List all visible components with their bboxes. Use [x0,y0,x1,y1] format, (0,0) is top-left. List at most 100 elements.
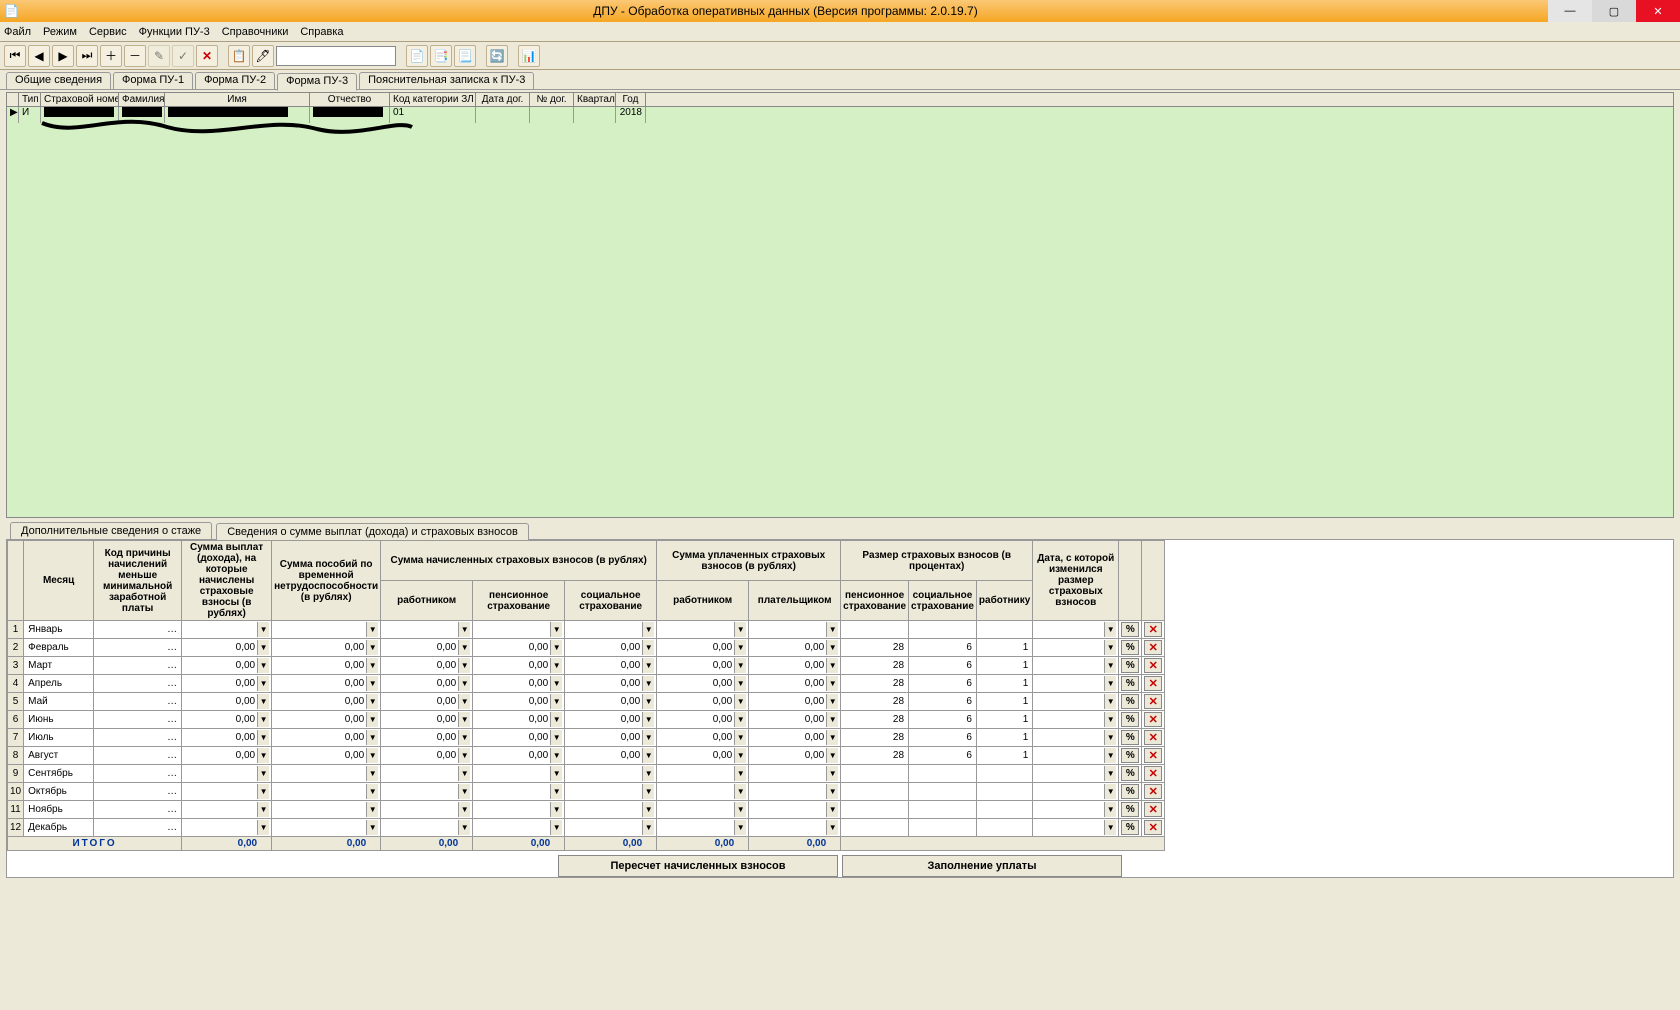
cell-input[interactable]: ▼ [659,784,746,799]
chevron-down-icon[interactable]: ▼ [734,622,746,637]
table-row[interactable]: 2Февраль…0,00▼0,00▼0,00▼0,00▼0,00▼0,00▼0… [8,639,1165,657]
percent-button[interactable]: % [1121,712,1139,727]
search-input[interactable] [276,46,396,66]
chevron-down-icon[interactable]: ▼ [1104,820,1116,835]
cell-input[interactable]: ▼ [274,802,378,817]
cell-input[interactable]: ▼ [383,820,470,835]
chevron-down-icon[interactable]: ▼ [734,748,746,763]
chevron-down-icon[interactable]: ▼ [734,730,746,745]
chevron-down-icon[interactable]: ▼ [458,658,470,673]
cell-input[interactable]: 0,00▼ [475,730,562,745]
refresh-button[interactable]: 🔄 [486,45,508,67]
cell-input[interactable]: … [96,802,179,817]
cell-input[interactable]: ▼ [274,784,378,799]
nav-first-button[interactable]: ⏮ [4,45,26,67]
chevron-down-icon[interactable]: ▼ [550,820,562,835]
close-button[interactable]: ✕ [1636,0,1680,22]
cell-input[interactable]: 0,00▼ [383,730,470,745]
cell-input[interactable]: 0,00▼ [659,640,746,655]
chevron-down-icon[interactable]: ▼ [458,748,470,763]
chevron-down-icon[interactable]: ▼ [366,748,378,763]
chevron-down-icon[interactable]: ▼ [257,676,269,691]
chevron-down-icon[interactable]: ▼ [366,640,378,655]
check-button[interactable]: ✓ [172,45,194,67]
cell-input[interactable]: 0,00▼ [567,658,654,673]
chevron-down-icon[interactable]: ▼ [257,622,269,637]
cell-input[interactable]: … [96,748,179,763]
col-year[interactable]: Год [616,93,646,106]
chevron-down-icon[interactable]: ▼ [1104,712,1116,727]
percent-button[interactable]: % [1121,748,1139,763]
cell-input[interactable]: ▼ [751,622,838,637]
row-delete-button[interactable]: ✕ [1144,658,1162,673]
cell-input[interactable]: ▼ [184,622,269,637]
table-row[interactable]: 12Декабрь…▼▼▼▼▼▼▼▼%✕ [8,819,1165,837]
chevron-down-icon[interactable]: ▼ [366,622,378,637]
percent-button[interactable]: % [1121,694,1139,709]
cell-input[interactable]: 0,00▼ [184,640,269,655]
chevron-down-icon[interactable]: ▼ [257,784,269,799]
chevron-down-icon[interactable]: ▼ [1104,766,1116,781]
chevron-down-icon[interactable]: ▼ [734,640,746,655]
chevron-down-icon[interactable]: ▼ [366,820,378,835]
chevron-down-icon[interactable]: ▼ [826,766,838,781]
cell-input[interactable]: ▼ [659,766,746,781]
chevron-down-icon[interactable]: ▼ [550,712,562,727]
chevron-down-icon[interactable]: ▼ [257,820,269,835]
cell-input[interactable]: ▼ [751,802,838,817]
cell-input[interactable]: 0,00▼ [567,676,654,691]
chevron-down-icon[interactable]: ▼ [642,820,654,835]
tab-payments[interactable]: Сведения о сумме выплат (дохода) и страх… [216,523,529,540]
tab-pu3[interactable]: Форма ПУ-3 [277,73,357,91]
col-quarter[interactable]: Квартал [574,93,616,106]
cell-input[interactable]: 0,00▼ [475,640,562,655]
cell-input[interactable]: ▼ [1035,820,1116,835]
cell-input[interactable]: ▼ [567,784,654,799]
ellipsis-icon[interactable]: … [165,642,179,653]
nav-prev-button[interactable]: ◀ [28,45,50,67]
col-mname[interactable]: Отчество [310,93,390,106]
table-row[interactable]: 8Август…0,00▼0,00▼0,00▼0,00▼0,00▼0,00▼0,… [8,747,1165,765]
chevron-down-icon[interactable]: ▼ [458,676,470,691]
cell-input[interactable]: ▼ [1035,730,1116,745]
chevron-down-icon[interactable]: ▼ [642,676,654,691]
cell-input[interactable]: ▼ [751,820,838,835]
percent-button[interactable]: % [1121,730,1139,745]
menu-mode[interactable]: Режим [43,26,77,38]
nav-last-button[interactable]: ⏭ [76,45,98,67]
cell-input[interactable]: 0,00▼ [383,640,470,655]
col-zlcode[interactable]: Код категории ЗЛ [390,93,476,106]
cell-input[interactable]: 0,00▼ [274,658,378,673]
table-row[interactable]: ▶ И 01 2018 [7,107,1673,123]
cell-input[interactable]: 0,00▼ [184,712,269,727]
cell-input[interactable]: 0,00▼ [383,694,470,709]
cell-input[interactable]: ▼ [1035,676,1116,691]
doc1-button[interactable]: 📄 [406,45,428,67]
chevron-down-icon[interactable]: ▼ [642,784,654,799]
cell-input[interactable]: 0,00▼ [659,658,746,673]
table-row[interactable]: 1Январь…▼▼▼▼▼▼▼▼%✕ [8,621,1165,639]
chevron-down-icon[interactable]: ▼ [734,820,746,835]
cell-input[interactable]: … [96,676,179,691]
chevron-down-icon[interactable]: ▼ [826,694,838,709]
ellipsis-icon[interactable]: … [165,750,179,761]
ellipsis-icon[interactable]: … [165,714,179,725]
chevron-down-icon[interactable]: ▼ [1104,694,1116,709]
chevron-down-icon[interactable]: ▼ [734,766,746,781]
cell-input[interactable]: 0,00▼ [274,676,378,691]
col-snum[interactable]: Страховой номер [41,93,119,106]
chevron-down-icon[interactable]: ▼ [734,802,746,817]
chevron-down-icon[interactable]: ▼ [366,712,378,727]
fill-payment-button[interactable]: Заполнение уплаты [842,855,1122,877]
row-delete-button[interactable]: ✕ [1144,748,1162,763]
chevron-down-icon[interactable]: ▼ [642,730,654,745]
chevron-down-icon[interactable]: ▼ [1104,802,1116,817]
cell-input[interactable]: ▼ [1035,766,1116,781]
ellipsis-icon[interactable]: … [165,786,179,797]
cell-input[interactable]: ▼ [184,820,269,835]
cell-input[interactable]: … [96,712,179,727]
chevron-down-icon[interactable]: ▼ [366,658,378,673]
chevron-down-icon[interactable]: ▼ [550,658,562,673]
percent-button[interactable]: % [1121,622,1139,637]
chevron-down-icon[interactable]: ▼ [1104,640,1116,655]
